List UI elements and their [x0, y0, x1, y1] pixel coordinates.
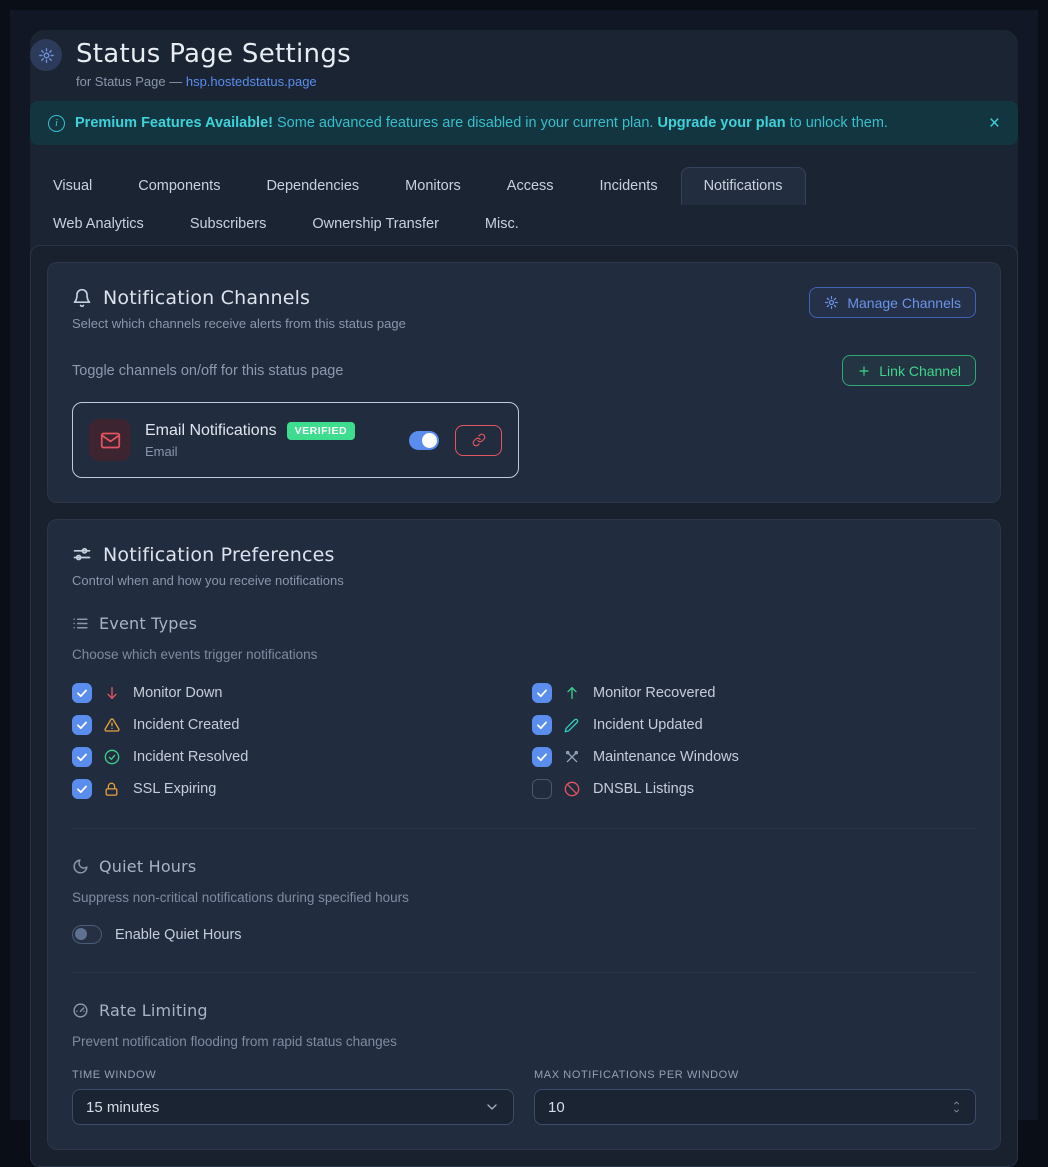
- max-notifications-label: MAX NOTIFICATIONS PER WINDOW: [534, 1069, 976, 1081]
- event-monitor-recovered: Monitor Recovered: [532, 682, 992, 704]
- mail-icon: [89, 419, 131, 461]
- tab-subscribers[interactable]: Subscribers: [167, 205, 290, 243]
- moon-icon: [72, 858, 89, 875]
- gauge-icon: [72, 1002, 89, 1019]
- tab-access[interactable]: Access: [484, 167, 577, 205]
- event-types-heading: Event Types: [99, 614, 197, 633]
- tab-notifications[interactable]: Notifications: [681, 167, 806, 205]
- quiet-hours-heading: Quiet Hours: [99, 857, 196, 876]
- channel-name: Email Notifications: [145, 422, 277, 440]
- premium-banner: i Premium Features Available! Some advan…: [30, 101, 1018, 145]
- event-incident-updated: Incident Updated: [532, 714, 992, 736]
- unlink-channel-button[interactable]: [455, 425, 502, 456]
- bell-icon: [72, 288, 92, 308]
- tab-incidents[interactable]: Incidents: [577, 167, 681, 205]
- event-dnsbl-listings: DNSBL Listings: [532, 778, 992, 800]
- preferences-title: Notification Preferences: [103, 544, 335, 566]
- tab-components[interactable]: Components: [115, 167, 243, 205]
- list-icon: [72, 615, 89, 632]
- verified-badge: VERIFIED: [287, 422, 355, 440]
- checkbox-incident-updated[interactable]: [532, 715, 552, 735]
- status-page-domain-link[interactable]: hsp.hostedstatus.page: [186, 74, 317, 89]
- checkbox-ssl-expiring[interactable]: [72, 779, 92, 799]
- checkbox-incident-created[interactable]: [72, 715, 92, 735]
- tab-monitors[interactable]: Monitors: [382, 167, 484, 205]
- email-channel-toggle[interactable]: [409, 431, 439, 450]
- checkbox-incident-resolved[interactable]: [72, 747, 92, 767]
- preferences-subtitle: Control when and how you receive notific…: [72, 573, 976, 588]
- tools-icon: [564, 749, 581, 765]
- gear-icon: [824, 295, 839, 310]
- checkbox-maintenance-windows[interactable]: [532, 747, 552, 767]
- sliders-icon: [72, 545, 92, 565]
- chevron-down-icon: [484, 1099, 500, 1115]
- event-ssl-expiring: SSL Expiring: [72, 778, 532, 800]
- ban-icon: [564, 781, 581, 797]
- close-icon[interactable]: ×: [989, 114, 1000, 133]
- event-monitor-down: Monitor Down: [72, 682, 532, 704]
- link-icon: [472, 433, 486, 447]
- enable-quiet-hours-toggle[interactable]: [72, 925, 102, 944]
- channel-type: Email: [145, 444, 395, 459]
- page-background: Status Page Settings for Status Page — h…: [10, 10, 1038, 1120]
- channels-subtitle: Select which channels receive alerts fro…: [72, 316, 406, 331]
- notifications-panel: Notification Channels Select which chann…: [30, 245, 1018, 1167]
- arrow-up-icon: [564, 685, 581, 701]
- lock-icon: [104, 782, 121, 797]
- check-circle-icon: [104, 749, 121, 765]
- max-notifications-input[interactable]: [548, 1099, 951, 1116]
- manage-channels-button[interactable]: Manage Channels: [809, 287, 976, 318]
- info-icon: i: [48, 115, 65, 132]
- tab-ownership-transfer[interactable]: Ownership Transfer: [289, 205, 462, 243]
- checkbox-monitor-down[interactable]: [72, 683, 92, 703]
- tab-visual[interactable]: Visual: [30, 167, 115, 205]
- time-window-label: TIME WINDOW: [72, 1069, 514, 1081]
- banner-suffix: to unlock them.: [786, 115, 888, 131]
- settings-page: Status Page Settings for Status Page — h…: [30, 30, 1018, 1120]
- channels-title: Notification Channels: [103, 287, 310, 309]
- checkbox-monitor-recovered[interactable]: [532, 683, 552, 703]
- event-incident-created: Incident Created: [72, 714, 532, 736]
- banner-bold: Premium Features Available!: [75, 115, 273, 131]
- notification-preferences-card: Notification Preferences Control when an…: [47, 519, 1001, 1150]
- tab-dependencies[interactable]: Dependencies: [243, 167, 382, 205]
- link-channel-button[interactable]: Link Channel: [842, 355, 976, 386]
- page-header: Status Page Settings for Status Page — h…: [30, 30, 1018, 89]
- warning-icon: [104, 717, 121, 733]
- notification-channels-card: Notification Channels Select which chann…: [47, 262, 1001, 503]
- divider: [72, 972, 976, 973]
- banner-text: Some advanced features are disabled in y…: [273, 115, 657, 131]
- quiet-hours-description: Suppress non-critical notifications duri…: [72, 890, 976, 905]
- event-types-description: Choose which events trigger notification…: [72, 647, 976, 662]
- event-incident-resolved: Incident Resolved: [72, 746, 532, 768]
- event-types-grid: Monitor Down Monitor Recovered Incident …: [72, 682, 992, 800]
- number-stepper[interactable]: [951, 1099, 962, 1115]
- rate-limiting-description: Prevent notification flooding from rapid…: [72, 1034, 976, 1049]
- upgrade-plan-link[interactable]: Upgrade your plan: [657, 115, 785, 131]
- arrow-down-icon: [104, 685, 121, 701]
- plus-icon: [857, 364, 871, 378]
- subtitle-text: for Status Page —: [76, 74, 186, 89]
- checkbox-dnsbl-listings[interactable]: [532, 779, 552, 799]
- rate-limiting-heading: Rate Limiting: [99, 1001, 208, 1020]
- settings-tabs: Visual Components Dependencies Monitors …: [30, 167, 860, 243]
- toggle-hint: Toggle channels on/off for this status p…: [72, 363, 343, 379]
- tab-misc[interactable]: Misc.: [462, 205, 542, 243]
- pencil-icon: [564, 718, 581, 733]
- gear-icon: [30, 39, 62, 71]
- divider: [72, 828, 976, 829]
- email-channel-card: Email Notifications VERIFIED Email: [72, 402, 519, 478]
- page-title: Status Page Settings: [76, 39, 351, 69]
- tab-web-analytics[interactable]: Web Analytics: [30, 205, 167, 243]
- quiet-hours-toggle-label: Enable Quiet Hours: [115, 927, 242, 943]
- event-maintenance-windows: Maintenance Windows: [532, 746, 992, 768]
